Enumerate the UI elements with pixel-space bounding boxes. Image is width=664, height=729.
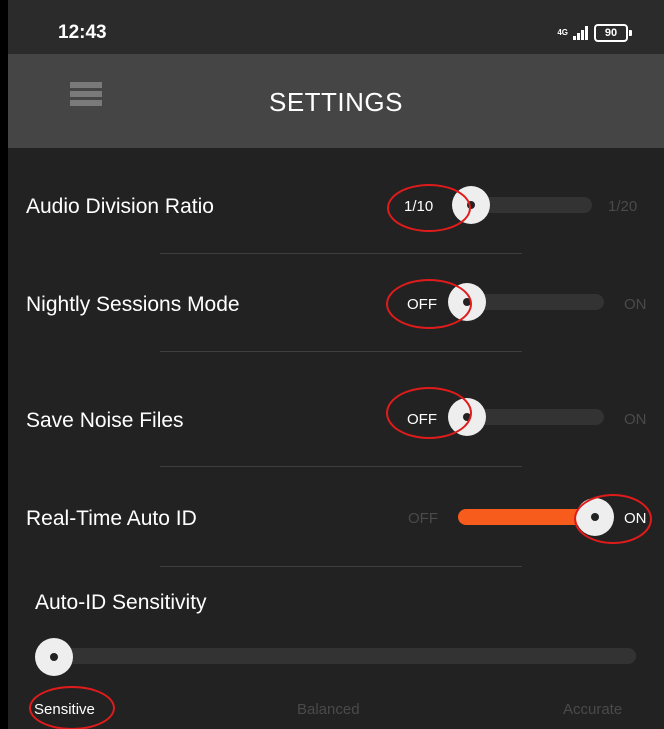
status-icons: 4G 90 xyxy=(557,24,632,42)
auto-id-sensitivity-track[interactable] xyxy=(44,648,636,664)
audio-division-ratio-other: 1/20 xyxy=(608,198,638,215)
sensitivity-option-sensitive[interactable]: Sensitive xyxy=(34,701,95,718)
audio-division-ratio-thumb[interactable] xyxy=(452,186,490,224)
signal-icon xyxy=(573,26,588,40)
sensitivity-option-balanced[interactable]: Balanced xyxy=(297,701,360,718)
sensitivity-option-accurate[interactable]: Accurate xyxy=(563,701,622,718)
divider xyxy=(160,466,522,467)
real-time-auto-id-on: ON xyxy=(624,510,647,527)
save-noise-files-on: ON xyxy=(624,411,647,428)
app-bar: SETTINGS xyxy=(8,54,664,148)
real-time-auto-id-off: OFF xyxy=(408,510,438,527)
nightly-sessions-mode-thumb[interactable] xyxy=(448,283,486,321)
settings-screen: 12:43 4G 90 SETTINGS Audio Division Rati… xyxy=(8,0,664,729)
real-time-auto-id-label: Real-Time Auto ID xyxy=(26,507,197,530)
divider xyxy=(160,351,522,352)
nightly-sessions-mode-off: OFF xyxy=(407,296,437,313)
divider xyxy=(160,253,522,254)
page-title: SETTINGS xyxy=(268,87,403,117)
audio-division-ratio-current: 1/10 xyxy=(404,198,434,215)
status-time: 12:43 xyxy=(58,22,107,43)
status-bar: 12:43 4G 90 xyxy=(8,0,664,54)
real-time-auto-id-thumb[interactable] xyxy=(576,498,614,536)
nightly-sessions-mode-on: ON xyxy=(624,296,647,313)
save-noise-files-thumb[interactable] xyxy=(448,398,486,436)
battery-level: 90 xyxy=(594,24,628,42)
divider xyxy=(160,566,522,567)
battery-icon: 90 xyxy=(594,24,632,42)
network-type: 4G xyxy=(557,28,568,37)
auto-id-sensitivity-thumb[interactable] xyxy=(35,638,73,676)
nightly-sessions-mode-label: Nightly Sessions Mode xyxy=(26,293,240,316)
auto-id-sensitivity-label: Auto-ID Sensitivity xyxy=(35,591,207,614)
save-noise-files-label: Save Noise Files xyxy=(26,409,184,432)
audio-division-ratio-label: Audio Division Ratio xyxy=(26,195,214,218)
save-noise-files-off: OFF xyxy=(407,411,437,428)
